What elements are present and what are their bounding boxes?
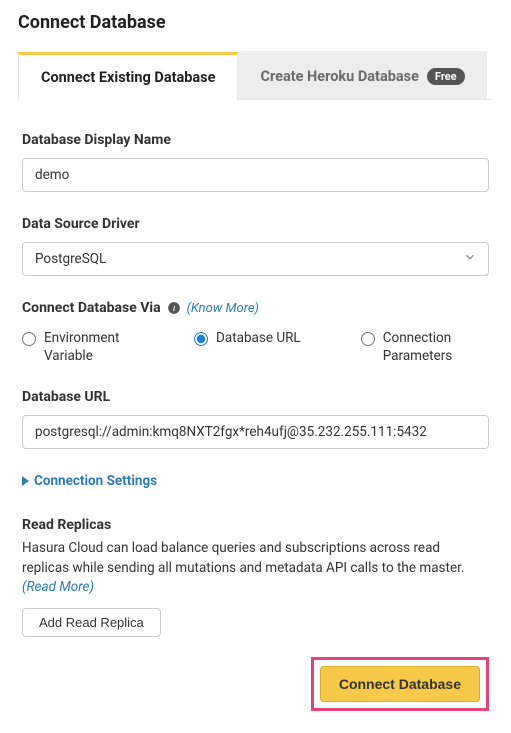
radio-env-variable[interactable]: Environment Variable: [22, 330, 134, 365]
radio-url-input[interactable]: [194, 332, 208, 346]
field-display-name: Database Display Name: [22, 132, 489, 192]
radio-params-input[interactable]: [361, 332, 375, 346]
field-connect-via: Connect Database Via i (Know More) Envir…: [22, 300, 489, 365]
driver-label: Data Source Driver: [22, 216, 489, 232]
display-name-label: Database Display Name: [22, 132, 489, 148]
database-url-input[interactable]: [22, 415, 489, 449]
radio-database-url[interactable]: Database URL: [194, 330, 301, 365]
field-driver: Data Source Driver PostgreSQL: [22, 216, 489, 276]
connect-via-label: Connect Database Via: [22, 300, 161, 316]
field-database-url: Database URL: [22, 389, 489, 449]
display-name-input[interactable]: [22, 158, 489, 192]
page-title: Connect Database: [18, 12, 493, 33]
know-more-link[interactable]: (Know More): [187, 301, 259, 316]
radio-connection-params[interactable]: Connection Parameters: [361, 330, 473, 365]
driver-select[interactable]: PostgreSQL: [22, 242, 489, 276]
radio-env-label: Environment Variable: [44, 330, 134, 365]
radio-url-label: Database URL: [216, 330, 301, 348]
footer: Connect Database: [22, 657, 489, 711]
tab-label: Connect Existing Database: [41, 69, 215, 86]
connection-settings-toggle[interactable]: Connection Settings: [22, 473, 489, 489]
tab-connect-existing[interactable]: Connect Existing Database: [18, 52, 238, 100]
radio-env-input[interactable]: [22, 332, 36, 346]
tab-create-heroku[interactable]: Create Heroku Database Free: [238, 51, 486, 99]
caret-right-icon: [22, 476, 30, 486]
info-icon: i: [167, 301, 181, 315]
free-badge: Free: [427, 68, 465, 85]
read-more-link[interactable]: (Read More): [22, 579, 94, 595]
read-replicas-title: Read Replicas: [22, 517, 489, 533]
read-replicas-section: Read Replicas Hasura Cloud can load bala…: [22, 517, 489, 637]
highlight-frame: Connect Database: [311, 657, 489, 711]
radio-params-label: Connection Parameters: [383, 330, 473, 365]
read-replicas-desc: Hasura Cloud can load balance queries an…: [22, 539, 489, 598]
add-read-replica-button[interactable]: Add Read Replica: [22, 608, 161, 637]
connection-settings-label: Connection Settings: [34, 473, 157, 489]
database-url-label: Database URL: [22, 389, 489, 405]
tab-label: Create Heroku Database: [260, 68, 418, 85]
tabs: Connect Existing Database Create Heroku …: [18, 51, 493, 100]
connect-database-button[interactable]: Connect Database: [320, 666, 480, 702]
radio-group: Environment Variable Database URL Connec…: [22, 326, 489, 365]
form-area: Database Display Name Data Source Driver…: [18, 100, 493, 715]
